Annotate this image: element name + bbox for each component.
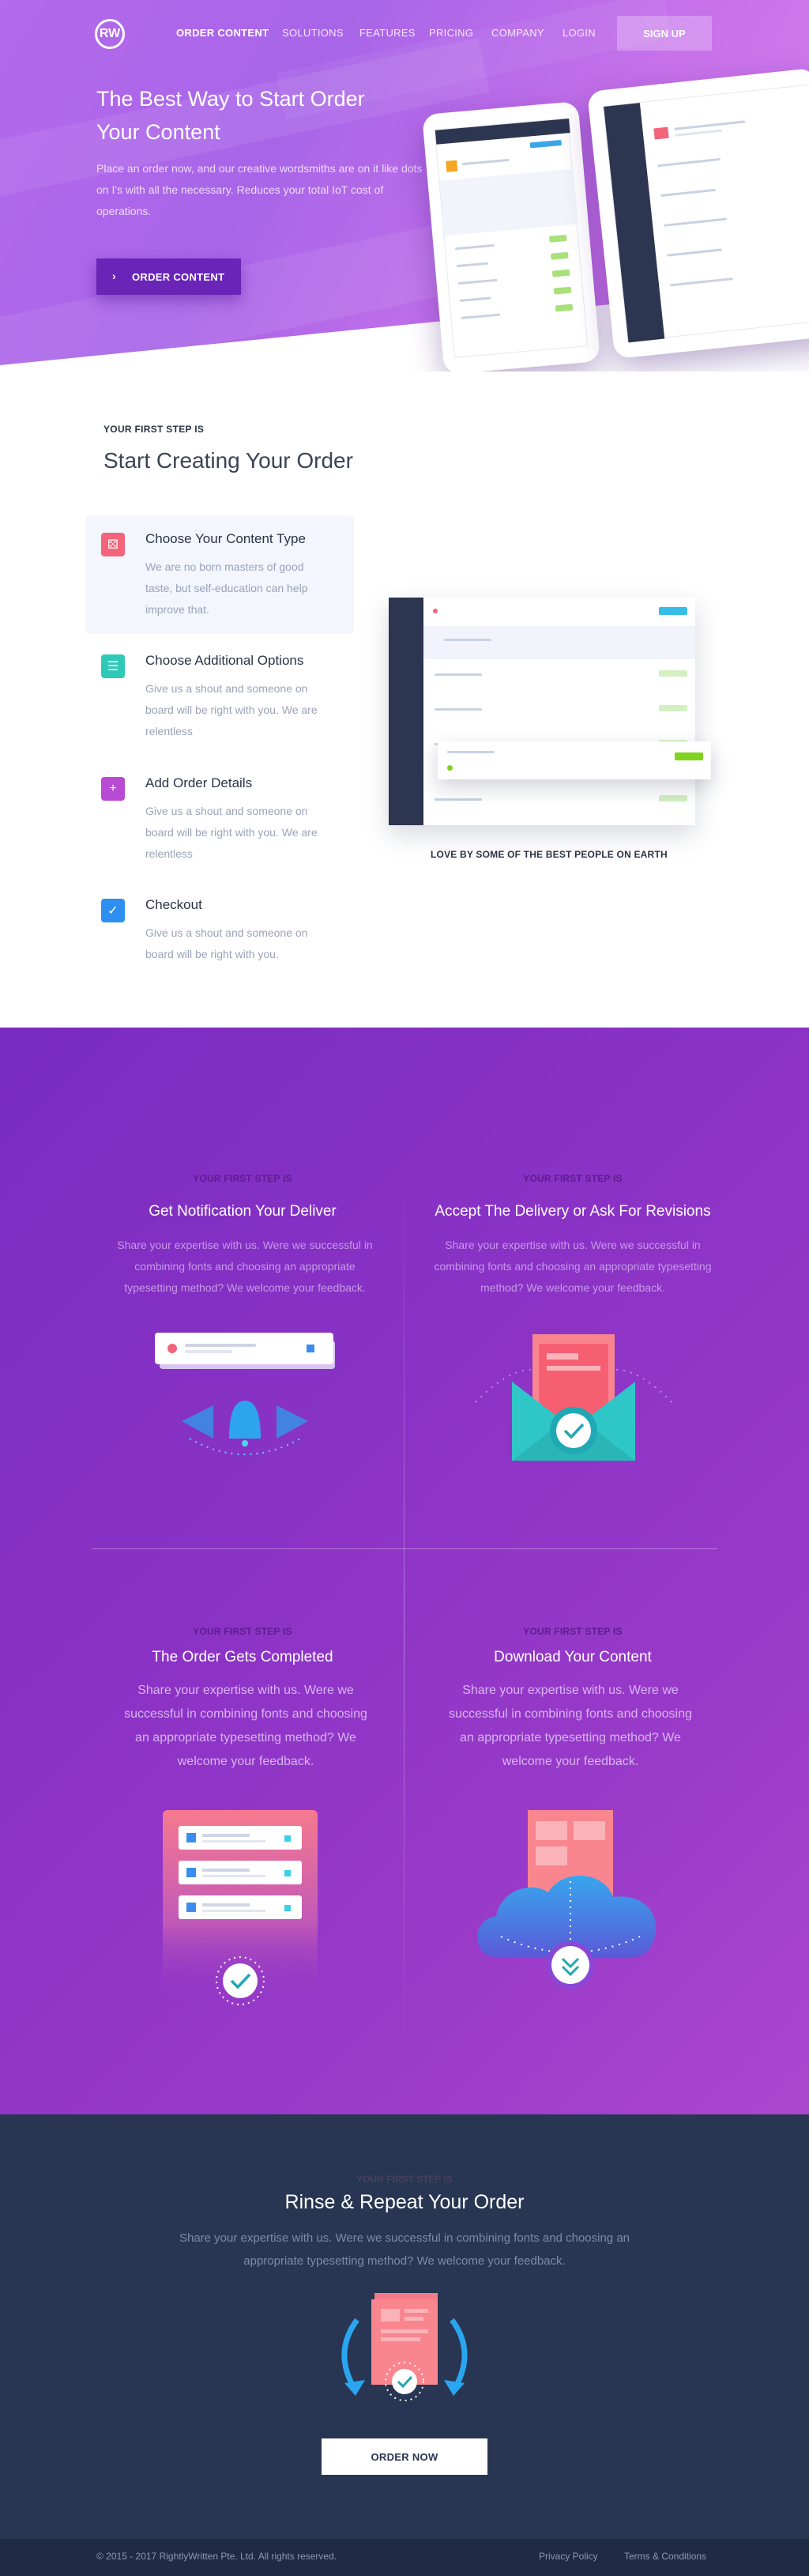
step-description: We are no born masters of good taste, bu…	[145, 560, 308, 616]
process-description: Share your expertise with us. Were we su…	[449, 1684, 692, 1768]
process-section: YOUR FIRST STEP IS Get Notification Your…	[0, 1028, 809, 2114]
cloud-download-icon	[476, 1810, 657, 1989]
nav-company[interactable]: COMPANY	[491, 27, 544, 39]
check-icon: ✓	[101, 899, 125, 922]
order-content-button[interactable]: › ORDER CONTENT	[96, 258, 241, 295]
steps-kicker: YOUR FIRST STEP IS	[103, 424, 205, 435]
order-content-label: ORDER CONTENT	[132, 270, 225, 283]
hero-section: RW ORDER CONTENT SOLUTIONS FEATURES PRIC…	[0, 0, 809, 372]
step-description: Give us a shout and someone on board wil…	[145, 926, 308, 960]
repeat-description: Share your expertise with us. Were we su…	[179, 2231, 630, 2268]
step-content-type[interactable]: ⚄ Choose Your Content Type We are no bor…	[85, 515, 354, 634]
floating-order-row	[438, 741, 711, 779]
process-kicker: YOUR FIRST STEP IS	[523, 1173, 623, 1184]
love-tagline: LOVE BY SOME OF THE BEST PEOPLE ON EARTH	[431, 849, 668, 860]
process-description: Share your expertise with us. Were we su…	[434, 1239, 712, 1294]
order-now-button[interactable]: ORDER NOW	[322, 2438, 487, 2475]
step-title: Choose Your Content Type	[145, 531, 306, 546]
notification-bell-icon	[155, 1333, 335, 1455]
process-description: Share your expertise with us. Were we su…	[124, 1684, 367, 1768]
privacy-policy-link[interactable]: Privacy Policy	[539, 2551, 598, 2562]
hero-title: The Best Way to Start Order Your Content	[96, 87, 365, 144]
list-icon: ☰	[101, 654, 125, 678]
steps-title: Start Creating Your Order	[103, 448, 353, 473]
step-checkout[interactable]: ✓ Checkout Give us a shout and someone o…	[85, 881, 354, 1000]
repeat-kicker: YOUR FIRST STEP IS	[356, 2174, 453, 2185]
phone-mockup	[421, 100, 601, 372]
process-kicker: YOUR FIRST STEP IS	[523, 1626, 623, 1637]
dice-icon: ⚄	[101, 533, 125, 556]
nav-solutions[interactable]: SOLUTIONS	[282, 27, 344, 39]
envelope-check-icon	[475, 1334, 672, 1461]
nav-pricing[interactable]: PRICING	[429, 27, 473, 39]
process-title: Accept The Delivery or Ask For Revisions	[435, 1203, 711, 1220]
process-description: Share your expertise with us. Were we su…	[117, 1239, 373, 1294]
page: RW ORDER CONTENT SOLUTIONS FEATURES PRIC…	[0, 0, 809, 2576]
step-description: Give us a shout and someone on board wil…	[145, 805, 318, 860]
hero-description: Place an order now, and our creative wor…	[96, 162, 423, 217]
copyright-text: © 2015 - 2017 RightlyWritten Pte. Ltd. A…	[96, 2551, 337, 2562]
step-description: Give us a shout and someone on board wil…	[145, 682, 318, 737]
step-order-details[interactable]: + Add Order Details Give us a shout and …	[85, 760, 354, 878]
process-title: Download Your Content	[494, 1649, 652, 1665]
step-title: Choose Additional Options	[145, 653, 304, 668]
completed-stack-icon	[163, 1810, 318, 2005]
repeat-title: Rinse & Repeat Your Order	[284, 2191, 525, 2213]
terms-link[interactable]: Terms & Conditions	[624, 2551, 706, 2562]
nav-login[interactable]: LOGIN	[563, 27, 596, 39]
brand-logo[interactable]: RW	[95, 19, 125, 49]
chevron-right-icon: ›	[112, 270, 116, 282]
tablet-mockup	[587, 67, 809, 360]
plus-icon: +	[101, 777, 125, 801]
step-additional-options[interactable]: ☰ Choose Additional Options Give us a sh…	[85, 637, 354, 756]
signup-button[interactable]: SIGN UP	[617, 16, 712, 51]
repeat-cycle-icon	[341, 2293, 468, 2401]
dashboard-mockup	[389, 598, 695, 825]
nav-order-content[interactable]: ORDER CONTENT	[176, 27, 269, 39]
step-title: Checkout	[145, 897, 202, 912]
nav-features[interactable]: FEATURES	[359, 27, 416, 39]
step-title: Add Order Details	[145, 775, 253, 790]
